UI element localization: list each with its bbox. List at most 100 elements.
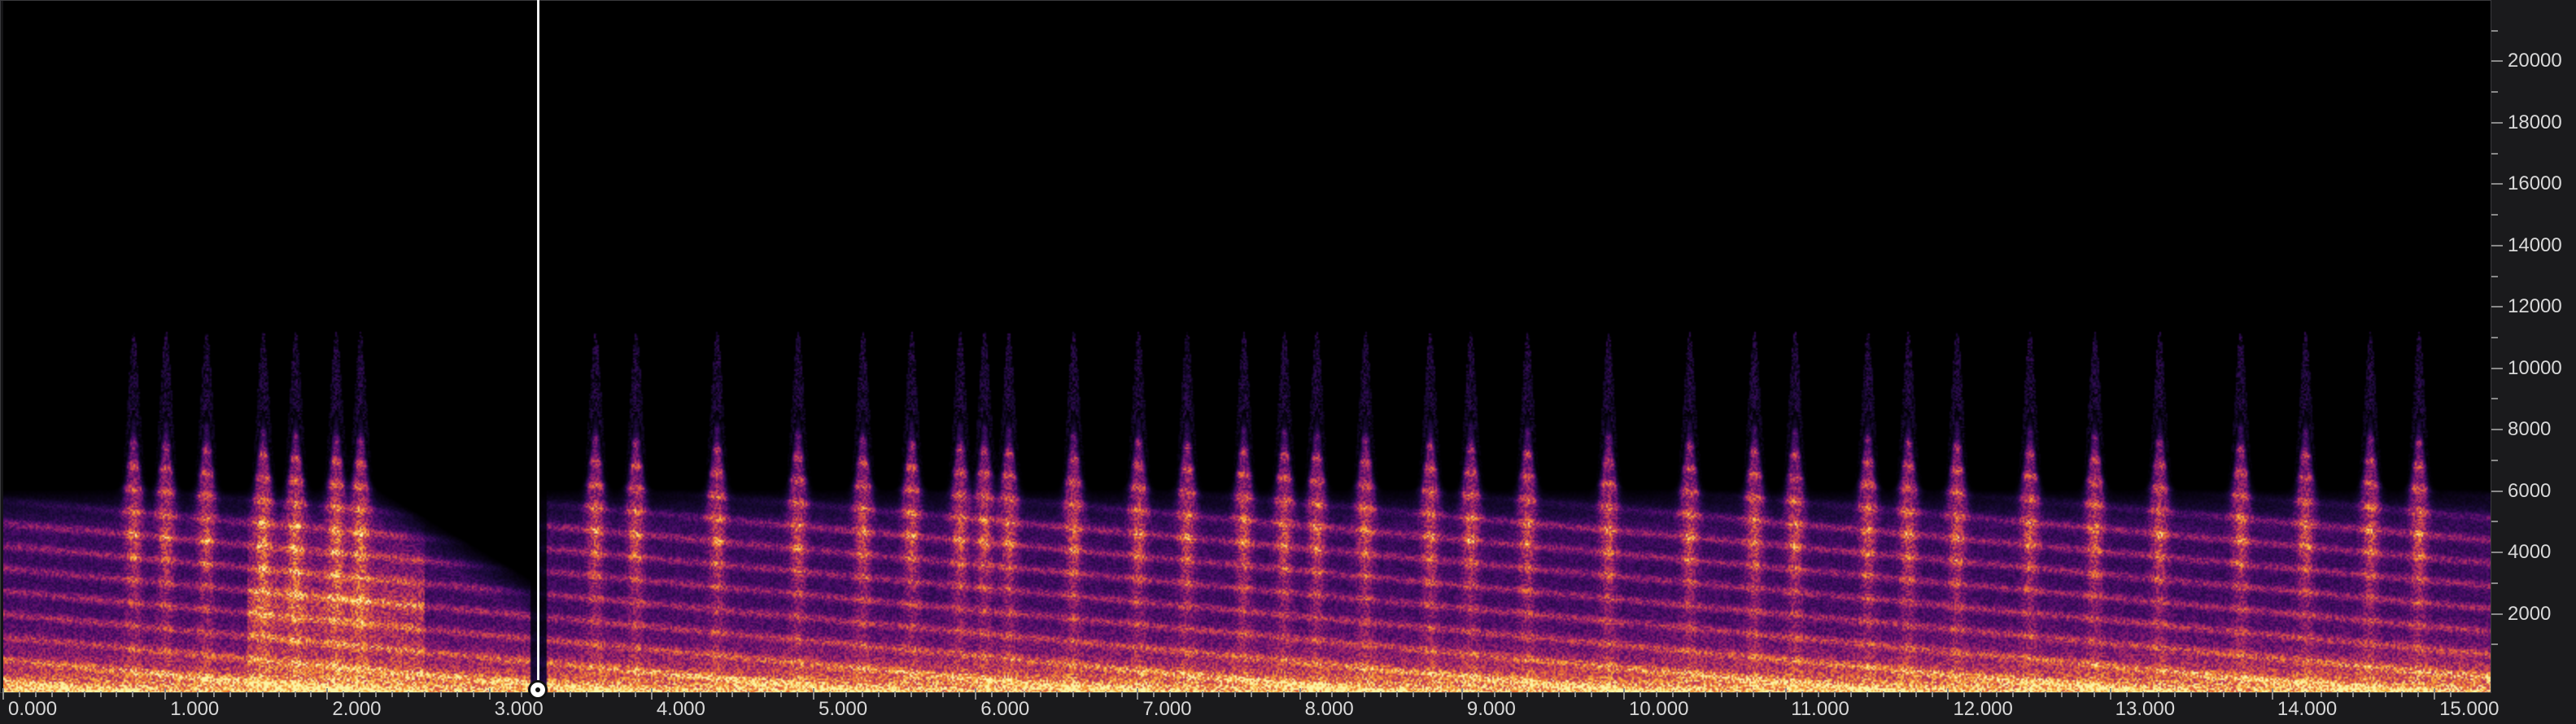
time-minor-tick [1055,691,1058,697]
time-minor-tick [958,691,961,697]
time-minor-tick [748,691,750,697]
time-minor-tick [1574,691,1577,697]
time-minor-tick [375,691,378,697]
time-minor-tick [1477,691,1479,697]
frequency-minor-tick [2491,29,2498,32]
spectrogram-view: 2000 4000 6000 8000 10000 12000 14000 16000 1800… [0,0,2576,724]
time-minor-tick [1818,691,1820,697]
time-tick-label: 4.000 [656,698,705,720]
frequency-tick [2491,613,2503,615]
time-minor-tick [666,691,669,697]
time-minor-tick [2125,691,2128,697]
frequency-tick-label: 16000 [2508,172,2562,195]
time-minor-tick [2158,691,2160,697]
time-minor-tick [1704,691,1706,697]
time-minor-tick [1736,691,1739,697]
time-minor-tick [408,691,409,697]
frequency-minor-tick [2491,214,2498,216]
time-tick-label: 2.000 [332,698,382,720]
time-tick-label: 9.000 [1466,698,1516,720]
time-axis[interactable] [0,693,2576,724]
time-tick [1947,688,1949,700]
frequency-minor-tick [2491,459,2498,461]
time-minor-tick [991,691,993,697]
time-minor-tick [294,691,296,697]
frequency-tick-label: 8000 [2508,418,2552,441]
time-minor-tick [1915,691,1917,697]
time-minor-tick [1542,691,1544,697]
time-minor-tick [1607,691,1609,697]
time-tick [1623,688,1626,700]
frequency-minor-tick [2491,337,2498,338]
time-minor-tick [1185,691,1188,697]
time-minor-tick [1039,691,1041,697]
time-minor-tick [1493,691,1495,697]
time-minor-tick [2012,691,2015,697]
time-minor-tick [1120,691,1123,697]
time-minor-tick [277,691,280,697]
time-minor-tick [731,691,734,697]
time-minor-tick [2320,691,2322,697]
frequency-tick [2491,244,2503,246]
time-minor-tick [2060,691,2063,697]
time-minor-tick [553,691,556,697]
time-tick [164,688,167,700]
time-minor-tick [1558,691,1561,697]
time-minor-tick [1233,691,1236,697]
time-minor-tick [797,691,799,697]
time-minor-tick [1412,691,1415,697]
frequency-minor-tick [2491,275,2498,277]
time-minor-tick [699,691,701,697]
time-tick-label: 11.000 [1791,698,1849,720]
frequency-axis [2491,0,2576,693]
time-minor-tick [261,691,264,697]
time-minor-tick [1980,691,1982,697]
time-minor-tick [942,691,945,697]
time-minor-tick [2239,691,2242,697]
frequency-tick [2491,306,2503,308]
time-minor-tick [1315,691,1317,697]
playhead-line[interactable] [536,0,539,693]
frequency-tick [2491,552,2503,554]
frequency-minor-tick [2491,152,2498,155]
time-minor-tick [423,691,426,697]
time-minor-tick [1655,691,1657,697]
time-minor-tick [391,691,394,697]
time-minor-tick [1331,691,1334,697]
time-minor-tick [2223,691,2225,697]
time-tick-label: 13.000 [2115,698,2176,720]
time-minor-tick [472,691,474,697]
time-tick-label: 14.000 [2277,698,2338,720]
frequency-minor-tick [2491,643,2498,646]
time-minor-tick [2450,691,2452,697]
time-minor-tick [2093,691,2095,697]
time-minor-tick [1429,691,1430,697]
time-minor-tick [1202,691,1204,697]
time-minor-tick [715,691,718,697]
time-minor-tick [1347,691,1350,697]
time-minor-tick [1007,691,1010,697]
frequency-minor-tick [2491,91,2498,94]
time-tick [488,688,491,700]
frequency-tick-label: 20000 [2508,50,2562,72]
frequency-minor-tick [2491,582,2498,584]
time-minor-tick [1931,691,1933,697]
time-minor-tick [2417,691,2420,697]
spectrogram-canvas[interactable] [3,0,2491,693]
time-tick-label: 5.000 [819,698,868,720]
time-minor-tick [1169,691,1172,697]
frequency-tick-label: 18000 [2508,111,2562,133]
frequency-minor-tick [2491,398,2498,400]
time-tick-label: 0.000 [8,698,58,720]
time-minor-tick [1509,691,1512,697]
time-minor-tick [2207,691,2209,697]
frequency-tick-label: 6000 [2508,479,2552,502]
time-minor-tick [2190,691,2193,697]
time-tick [2271,688,2273,700]
time-minor-tick [132,691,134,697]
time-tick-label: 8.000 [1304,698,1354,720]
time-minor-tick [1250,691,1252,697]
time-minor-tick [1753,691,1755,697]
time-minor-tick [1687,691,1690,697]
frequency-tick-label: 2000 [2508,602,2552,625]
